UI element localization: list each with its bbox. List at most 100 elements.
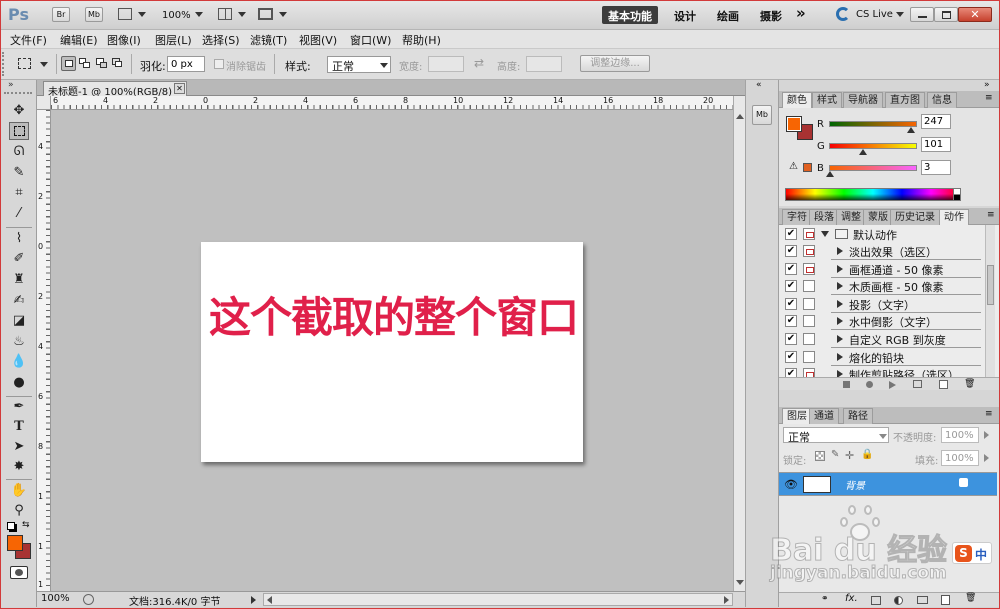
expand-action-icon[interactable]	[837, 317, 843, 326]
width-input[interactable]	[428, 56, 464, 72]
maximize-button[interactable]	[934, 7, 958, 22]
antialias-checkbox[interactable]	[214, 59, 224, 69]
foreground-color-swatch[interactable]	[7, 535, 23, 551]
r-slider-thumb[interactable]	[907, 127, 915, 133]
type-tool-icon[interactable]: T	[9, 418, 29, 436]
clone-stamp-tool-icon[interactable]: ♜	[9, 271, 29, 289]
layer-style-icon[interactable]: fx.	[845, 593, 858, 604]
menu-window[interactable]: 窗口(W)	[350, 32, 391, 48]
layer-visibility-eye-icon[interactable]: 👁	[784, 478, 798, 491]
new-group-icon[interactable]	[917, 596, 928, 604]
paint-bucket-tool-icon[interactable]: ♨	[9, 333, 29, 351]
action-enabled-checkbox[interactable]: ✔	[785, 280, 797, 293]
workspace-essentials[interactable]: 基本功能	[602, 6, 658, 24]
action-enabled-checkbox[interactable]: ✔	[785, 297, 797, 310]
quick-mask-button[interactable]	[10, 566, 28, 579]
vertical-ruler[interactable]: 4 2 0 2 4 6 8 1 1 1	[37, 110, 51, 592]
vertical-scrollbar[interactable]	[733, 96, 745, 591]
rectangular-marquee-tool-icon[interactable]	[9, 122, 29, 140]
workspace-design[interactable]: 设计	[674, 8, 696, 24]
tab-styles[interactable]: 样式	[812, 92, 842, 108]
action-row[interactable]: ✔ 自定义 RGB 到灰度	[779, 331, 989, 348]
gamut-warning-icon[interactable]: ⚠	[789, 161, 798, 172]
fill-input[interactable]	[941, 450, 979, 466]
stop-icon[interactable]	[843, 381, 850, 388]
adjustment-layer-icon[interactable]	[894, 596, 903, 605]
expand-action-icon[interactable]	[837, 247, 843, 255]
action-row[interactable]: ✔ 投影（文字）	[779, 296, 989, 313]
color-foreground-swatch[interactable]	[786, 116, 802, 132]
new-layer-icon[interactable]	[941, 595, 950, 605]
scroll-up-icon[interactable]	[736, 114, 744, 119]
path-selection-tool-icon[interactable]: ➤	[9, 438, 29, 456]
tab-histogram[interactable]: 直方图	[885, 92, 925, 108]
action-enabled-checkbox[interactable]: ✔	[785, 333, 797, 345]
spot-healing-brush-tool-icon[interactable]: ⌇	[9, 230, 29, 248]
menu-filter[interactable]: 滤镜(T)	[250, 32, 287, 48]
record-icon[interactable]	[866, 381, 873, 388]
custom-shape-tool-icon[interactable]: ✸	[9, 458, 29, 476]
action-row[interactable]: ✔ 淡出效果（选区）	[779, 243, 989, 260]
action-dialog-toggle[interactable]	[803, 297, 815, 310]
brush-tool-icon[interactable]: ✐	[9, 250, 29, 268]
tab-layers[interactable]: 图层	[782, 408, 812, 424]
history-brush-tool-icon[interactable]: ✍	[9, 292, 29, 310]
horizontal-ruler[interactable]: 6 4 2 0 2 4 6 8 10 12 14 16 18 20	[51, 96, 745, 110]
menu-edit[interactable]: 编辑(E)	[60, 32, 98, 48]
tab-history[interactable]: 历史记录	[890, 209, 940, 225]
status-zoom[interactable]: 100%	[41, 593, 70, 604]
expand-action-icon[interactable]	[837, 264, 843, 273]
collapse-icon[interactable]: «	[756, 80, 762, 90]
bridge-button[interactable]: Br	[52, 7, 70, 22]
panel-menu-icon[interactable]: ≡	[987, 210, 995, 220]
crop-tool-icon[interactable]: ⌗	[9, 184, 29, 202]
tab-paths[interactable]: 路径	[843, 408, 873, 424]
lock-all-icon[interactable]: 🔒	[861, 449, 873, 460]
g-value-input[interactable]	[921, 137, 951, 152]
b-slider-thumb[interactable]	[826, 171, 834, 177]
pen-tool-icon[interactable]: ✒	[9, 398, 29, 416]
eyedropper-tool-icon[interactable]: ⁄	[9, 205, 29, 223]
lasso-tool-icon[interactable]: ᘏ	[9, 143, 29, 161]
spectrum-white-black[interactable]	[953, 188, 961, 201]
action-enabled-checkbox[interactable]: ✔	[785, 350, 797, 363]
expand-icon[interactable]	[821, 231, 829, 237]
quick-selection-tool-icon[interactable]: ✎	[9, 164, 29, 182]
close-button[interactable]: ✕	[958, 7, 992, 22]
link-layers-icon[interactable]: ⚭	[821, 594, 829, 604]
scroll-right-icon[interactable]	[724, 596, 729, 604]
play-icon[interactable]	[889, 381, 896, 389]
action-dialog-toggle[interactable]	[803, 280, 815, 293]
refine-edge-button[interactable]: 调整边缘...	[580, 55, 650, 72]
swap-colors-icon[interactable]: ⇆	[22, 520, 30, 530]
workspace-painting[interactable]: 绘画	[717, 8, 739, 24]
menu-file[interactable]: 文件(F)	[10, 32, 47, 48]
tab-masks[interactable]: 蒙版	[863, 209, 893, 225]
swap-icon[interactable]: ⇄	[474, 56, 484, 70]
more-workspaces-button[interactable]: »	[796, 4, 806, 22]
expand-action-icon[interactable]	[837, 335, 843, 343]
action-enabled-checkbox[interactable]: ✔	[785, 262, 797, 275]
lock-transparency-icon[interactable]	[815, 451, 825, 461]
action-row[interactable]: ✔ 木质画框 - 50 像素	[779, 278, 989, 296]
new-selection-button[interactable]	[61, 56, 76, 71]
tool-preset-picker[interactable]	[18, 57, 50, 71]
menu-select[interactable]: 选择(S)	[202, 32, 240, 48]
scroll-left-icon[interactable]	[267, 596, 272, 604]
ruler-origin[interactable]	[37, 96, 51, 110]
menu-view[interactable]: 视图(V)	[299, 32, 337, 48]
intersect-selection-button[interactable]	[111, 56, 126, 71]
hand-tool-icon[interactable]: ✋	[9, 482, 29, 500]
height-input[interactable]	[526, 56, 562, 72]
action-dialog-toggle[interactable]	[803, 245, 815, 257]
menu-help[interactable]: 帮助(H)	[402, 32, 441, 48]
minimize-button[interactable]	[910, 7, 934, 22]
action-dialog-toggle[interactable]	[803, 333, 815, 345]
blur-tool-icon[interactable]: 💧	[9, 353, 29, 371]
tab-adjustments[interactable]: 调整	[836, 209, 866, 225]
action-row[interactable]: ✔ 画框通道 - 50 像素	[779, 261, 989, 278]
tab-actions[interactable]: 动作	[939, 209, 969, 225]
feather-input[interactable]	[167, 56, 205, 72]
status-icon[interactable]	[83, 594, 94, 605]
new-action-icon[interactable]	[939, 380, 948, 389]
